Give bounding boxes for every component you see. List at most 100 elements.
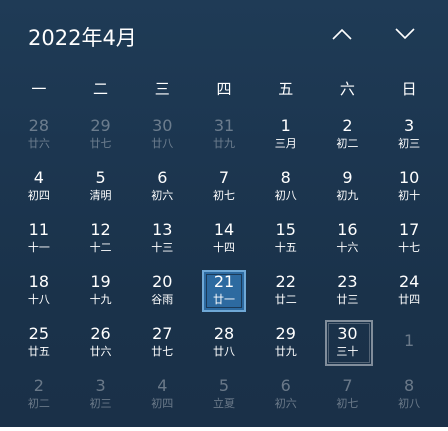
day-number: 5 [95, 168, 106, 187]
lunar-date: 初三 [89, 397, 112, 410]
day-cell[interactable]: 18 十八 [8, 264, 70, 316]
day-cell[interactable]: 4 初四 [8, 160, 70, 212]
lunar-date: 初四 [27, 189, 50, 202]
day-number: 13 [152, 220, 173, 239]
day-cell[interactable]: 13 十三 [131, 212, 193, 264]
day-cell[interactable]: 9 初九 [317, 160, 379, 212]
calendar-day-grid: 28 廿六 29 廿七 30 廿八 31 廿九 1 三月 2 初二 3 初三 4 初四 5 清明 6 初六 7 初七 8 初八… [8, 108, 440, 420]
day-number: 27 [152, 324, 173, 343]
day-cell[interactable]: 8 初八 [255, 160, 317, 212]
day-number: 5 [218, 376, 230, 395]
day-number: 3 [95, 376, 106, 395]
day-cell[interactable]: 6 初六 [255, 368, 317, 420]
lunar-date: 十四 [212, 241, 235, 254]
day-cell[interactable]: 10 初十 [378, 160, 440, 212]
day-cell[interactable]: 3 初三 [70, 368, 132, 420]
day-number: 29 [90, 116, 111, 135]
day-cell[interactable]: 25 廿五 [8, 316, 70, 368]
day-number: 19 [90, 272, 111, 291]
day-number: 15 [275, 220, 296, 239]
lunar-date: 廿七 [89, 137, 112, 150]
lunar-date: 三月 [274, 137, 297, 150]
lunar-date: 廿五 [27, 345, 50, 358]
day-cell[interactable]: 4 初四 [131, 368, 193, 420]
lunar-date: 廿八 [212, 345, 235, 358]
lunar-date: 清明 [89, 189, 112, 202]
day-number: 31 [213, 116, 235, 135]
day-number: 25 [28, 324, 50, 343]
lunar-date: 初九 [336, 189, 359, 202]
day-number: 28 [213, 324, 235, 343]
day-number: 9 [342, 168, 353, 187]
lunar-date: 廿七 [151, 345, 174, 358]
day-number: 29 [275, 324, 296, 343]
day-cell[interactable]: 2 初二 [8, 368, 70, 420]
day-cell[interactable]: 26 廿六 [70, 316, 132, 368]
next-month-button[interactable] [385, 18, 425, 50]
lunar-date: 初六 [274, 397, 297, 410]
day-number: 21 [213, 272, 235, 291]
weekday-label: 三 [154, 79, 170, 98]
day-cell[interactable]: 15 十五 [255, 212, 317, 264]
day-cell[interactable]: 28 廿八 [193, 316, 255, 368]
lunar-date: 廿九 [212, 137, 235, 150]
day-number: 1 [404, 331, 415, 350]
day-cell[interactable]: 23 廿三 [317, 264, 379, 316]
lunar-date: 初二 [27, 397, 50, 410]
highlight-inner-border [327, 323, 370, 363]
day-number: 17 [398, 220, 420, 239]
day-cell[interactable]: 22 廿二 [255, 264, 317, 316]
weekday-label: 二 [93, 79, 109, 98]
weekday-label: 五 [278, 79, 294, 98]
day-cell[interactable]: 5 清明 [70, 160, 132, 212]
chevron-up-icon [332, 28, 352, 40]
lunar-date: 初八 [398, 397, 421, 410]
day-cell[interactable]: 1 [378, 316, 440, 368]
day-cell[interactable]: 24 廿四 [378, 264, 440, 316]
day-cell[interactable]: 29 廿九 [255, 316, 317, 368]
day-cell[interactable]: 16 十六 [317, 212, 379, 264]
lunar-date: 初七 [212, 189, 235, 202]
day-cell[interactable]: 27 廿七 [131, 316, 193, 368]
lunar-date: 廿三 [336, 293, 359, 306]
lunar-date: 初三 [398, 137, 421, 150]
day-cell-today[interactable]: 21 廿一 [193, 264, 255, 316]
lunar-date: 十五 [274, 241, 297, 254]
lunar-date: 初四 [151, 397, 174, 410]
day-cell[interactable]: 5 立夏 [193, 368, 255, 420]
day-number: 14 [213, 220, 235, 239]
day-number: 28 [28, 116, 50, 135]
day-cell[interactable]: 14 十四 [193, 212, 255, 264]
day-cell[interactable]: 20 谷雨 [131, 264, 193, 316]
day-cell[interactable]: 17 十七 [378, 212, 440, 264]
day-cell[interactable]: 7 初七 [317, 368, 379, 420]
day-cell[interactable]: 7 初七 [193, 160, 255, 212]
day-cell[interactable]: 12 十二 [70, 212, 132, 264]
day-cell[interactable]: 31 廿九 [193, 108, 255, 160]
day-cell[interactable]: 11 十一 [8, 212, 70, 264]
day-cell[interactable]: 19 十九 [70, 264, 132, 316]
month-title[interactable]: 2022年4月 [28, 22, 137, 52]
lunar-date: 十八 [27, 293, 50, 306]
previous-month-button[interactable] [322, 18, 362, 50]
day-number: 4 [33, 168, 44, 187]
weekday-label: 日 [401, 79, 417, 98]
day-cell[interactable]: 1 三月 [255, 108, 317, 160]
day-number: 18 [28, 272, 50, 291]
day-cell[interactable]: 30 廿八 [131, 108, 193, 160]
day-cell[interactable]: 28 廿六 [8, 108, 70, 160]
lunar-date: 初七 [336, 397, 359, 410]
day-cell[interactable]: 2 初二 [317, 108, 379, 160]
lunar-date: 十三 [151, 241, 174, 254]
day-cell-hovered[interactable]: 30 三十 [317, 316, 379, 368]
day-cell[interactable]: 29 廿七 [70, 108, 132, 160]
day-number: 24 [398, 272, 420, 291]
day-number: 1 [280, 116, 291, 135]
day-cell[interactable]: 8 初八 [378, 368, 440, 420]
day-cell[interactable]: 6 初六 [131, 160, 193, 212]
lunar-date: 十九 [89, 293, 112, 306]
lunar-date: 廿六 [27, 137, 50, 150]
day-number: 6 [280, 376, 291, 395]
day-cell[interactable]: 3 初三 [378, 108, 440, 160]
day-number: 6 [157, 168, 168, 187]
